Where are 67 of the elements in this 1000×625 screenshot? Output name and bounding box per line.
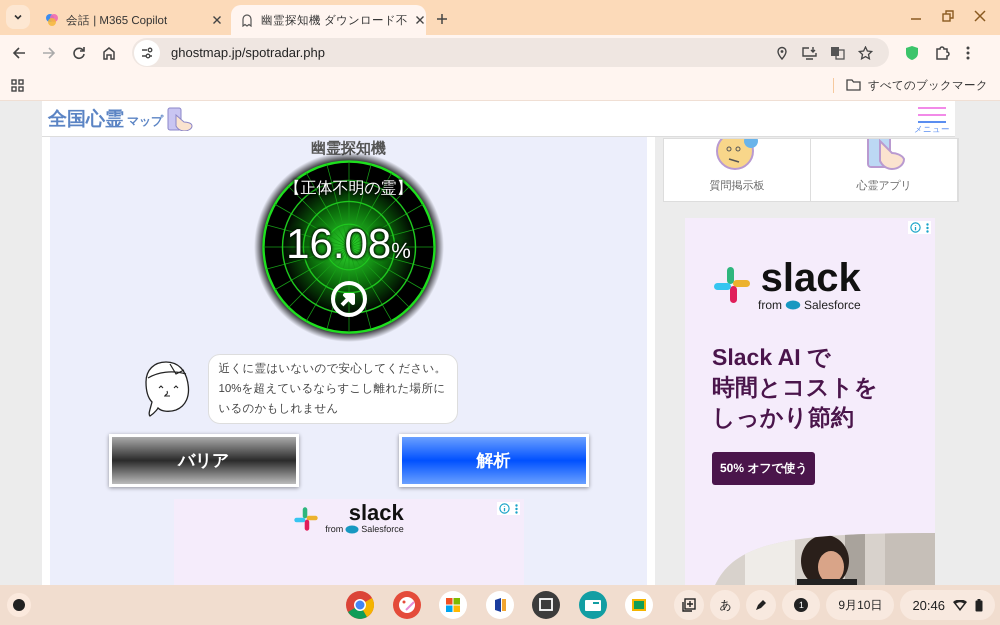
folder-icon — [846, 79, 861, 91]
brand-name: slack — [760, 258, 861, 298]
ad-headline: しっかり節約 — [712, 403, 855, 432]
wifi-icon — [953, 600, 967, 610]
battery-icon — [975, 598, 983, 612]
clipboard-button[interactable] — [674, 590, 704, 620]
all-bookmarks-button[interactable]: すべてのブックマーク — [833, 78, 988, 92]
home-icon[interactable] — [102, 46, 116, 60]
translate-icon[interactable] — [830, 46, 845, 60]
star-icon[interactable] — [858, 46, 873, 60]
arrow-button-icon[interactable] — [328, 279, 368, 319]
new-tab-icon[interactable] — [436, 13, 448, 25]
apps-grid-icon[interactable] — [11, 78, 24, 92]
restore-icon[interactable] — [942, 10, 954, 22]
back-icon[interactable] — [12, 46, 26, 60]
brand-name: slack — [348, 502, 404, 524]
offer-button[interactable]: 50% オフで使う — [712, 452, 816, 485]
notification-count: 1 — [794, 598, 808, 612]
barrier-button[interactable]: バリア — [108, 434, 298, 487]
ad-headline: Slack AI で — [712, 343, 832, 372]
reload-icon[interactable] — [72, 46, 86, 60]
menu-icon — [917, 106, 947, 124]
clock-text: 20:46 — [912, 598, 945, 612]
ghost-icon — [240, 13, 254, 27]
location-pin-icon[interactable] — [775, 46, 789, 60]
stylus-button[interactable] — [746, 590, 776, 620]
puzzle-icon[interactable] — [935, 45, 950, 60]
status-area[interactable]: 20:46 — [900, 590, 995, 620]
analyze-button[interactable]: 解析 — [398, 434, 588, 487]
app-icon[interactable] — [484, 590, 514, 620]
launcher-icon[interactable] — [6, 592, 32, 618]
info-icon[interactable] — [910, 222, 921, 233]
hand-on-phone-icon — [166, 106, 194, 130]
ad-banner[interactable]: slack from Salesforce Slack AI で 時間とコストを しっかり節約 50% オフで使う — [685, 218, 935, 585]
browser-tab[interactable]: 会話 | M365 Copilot — [36, 5, 231, 35]
address-bar[interactable]: ghostmap.jp/spotradar.php — [132, 38, 889, 67]
percentage-value: 16.08 — [286, 220, 392, 268]
close-icon[interactable] — [974, 10, 986, 22]
pen-icon — [754, 598, 768, 612]
site-settings-icon[interactable] — [134, 40, 160, 66]
logo-icon — [293, 506, 320, 532]
date-button[interactable]: 9月10日 — [826, 590, 894, 620]
colorful-swirl-icon — [45, 13, 59, 27]
caret-icon — [13, 12, 23, 22]
url-text: ghostmap.jp/spotradar.php — [171, 45, 326, 60]
brand-tagline: from Salesforce — [325, 524, 404, 535]
page-title: 幽霊探知機 — [311, 141, 386, 156]
ad-headline: 時間とコストを — [712, 373, 879, 402]
worried-face-icon — [715, 139, 759, 171]
app-icon[interactable] — [531, 590, 561, 620]
cloud-icon — [785, 300, 801, 310]
install-app-icon[interactable] — [802, 46, 817, 60]
ad-banner[interactable]: slack from Salesforce — [174, 499, 524, 585]
tab-search-button[interactable] — [6, 5, 30, 29]
notification-button[interactable]: 1 — [782, 590, 820, 620]
browser-tab[interactable]: 幽霊探知機 ダウンロード不 — [231, 5, 426, 35]
close-icon[interactable] — [415, 15, 426, 25]
clipboard-icon — [682, 598, 696, 612]
input-method-button[interactable]: あ — [710, 590, 740, 620]
info-icon[interactable] — [498, 503, 510, 514]
close-icon[interactable] — [212, 15, 222, 25]
more-icon[interactable] — [966, 46, 970, 60]
brand-tagline: from Salesforce — [758, 298, 861, 312]
site-logo[interactable]: 全国心霊 マップ — [48, 106, 194, 132]
speech-bubble: 近くに霊はいないので安心してください。10%を超えているならすこし離れた場所にいるのかもしれません — [208, 354, 458, 424]
cloud-icon — [345, 525, 360, 534]
logo-icon — [712, 265, 752, 305]
